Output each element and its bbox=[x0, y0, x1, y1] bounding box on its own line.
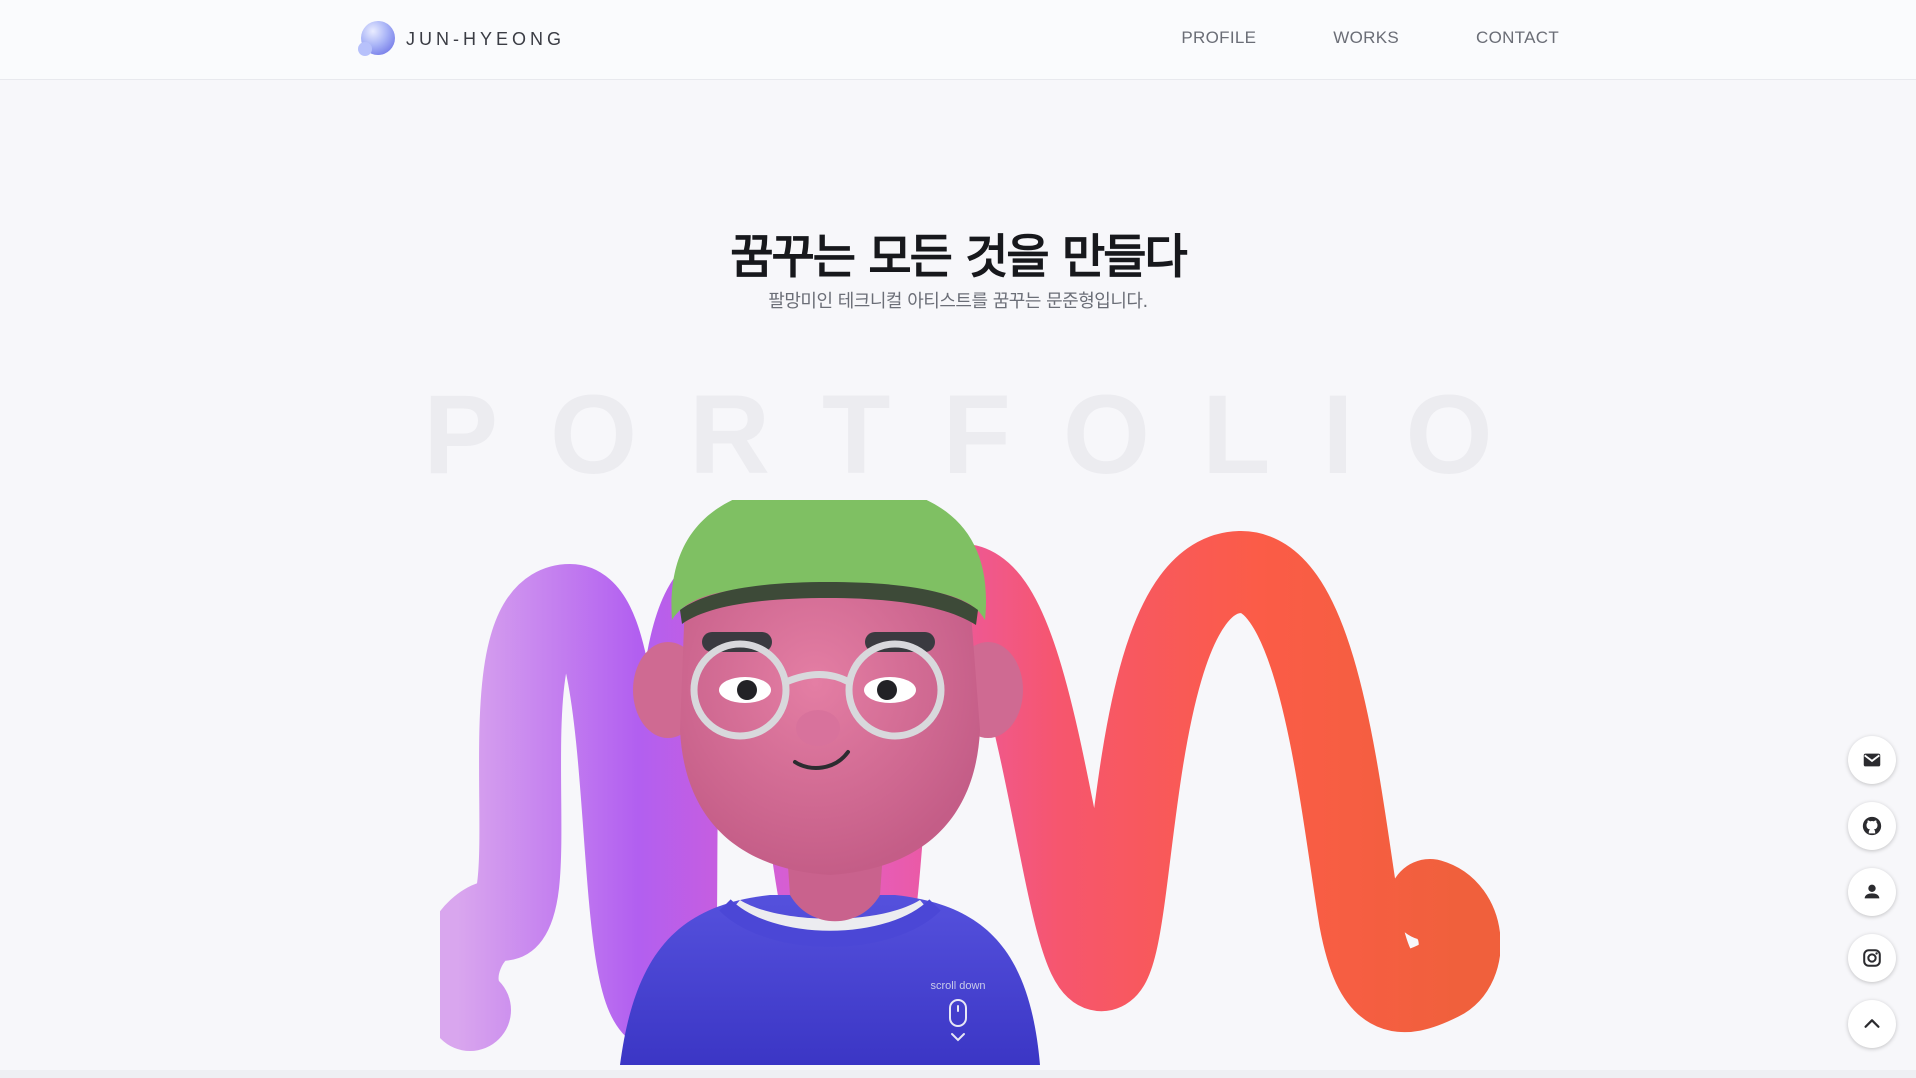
instagram-button[interactable] bbox=[1848, 934, 1896, 982]
github-icon bbox=[1862, 816, 1882, 836]
github-button[interactable] bbox=[1848, 802, 1896, 850]
hero-subtitle: 팔망미인 테크니컬 아티스트를 꿈꾸는 문준형입니다. bbox=[768, 291, 1148, 312]
mouse-icon bbox=[949, 999, 967, 1027]
side-quick-links bbox=[1848, 736, 1896, 1048]
scroll-down-label: scroll down bbox=[930, 980, 986, 992]
nav-link-works[interactable]: WORKS bbox=[1333, 28, 1399, 48]
mail-button[interactable] bbox=[1848, 736, 1896, 784]
hero-title: 꿈꾸는 모든 것을 만들다 bbox=[730, 230, 1188, 285]
site-header: JUN-HYEONG PROFILE WORKS CONTACT bbox=[0, 0, 1916, 80]
profile-button[interactable] bbox=[1848, 868, 1896, 916]
nav-link-profile[interactable]: PROFILE bbox=[1181, 28, 1256, 48]
scroll-down-indicator[interactable]: scroll down bbox=[908, 980, 1008, 1042]
logo-mark-icon bbox=[358, 21, 395, 56]
background-watermark-text: PORTFOLIO bbox=[423, 372, 1545, 497]
main-nav: PROFILE WORKS CONTACT bbox=[1181, 28, 1559, 48]
chevron-up-icon bbox=[1864, 1019, 1880, 1028]
chevron-down-icon bbox=[951, 1033, 965, 1042]
scroll-to-top-button[interactable] bbox=[1848, 1000, 1896, 1048]
page-bottom-divider bbox=[0, 1070, 1916, 1078]
logo-text: JUN-HYEONG bbox=[406, 28, 566, 49]
nav-link-contact[interactable]: CONTACT bbox=[1476, 28, 1559, 48]
mail-icon bbox=[1863, 753, 1881, 767]
person-icon bbox=[1864, 884, 1880, 899]
instagram-icon bbox=[1863, 949, 1881, 967]
logo[interactable]: JUN-HYEONG bbox=[356, 20, 565, 58]
